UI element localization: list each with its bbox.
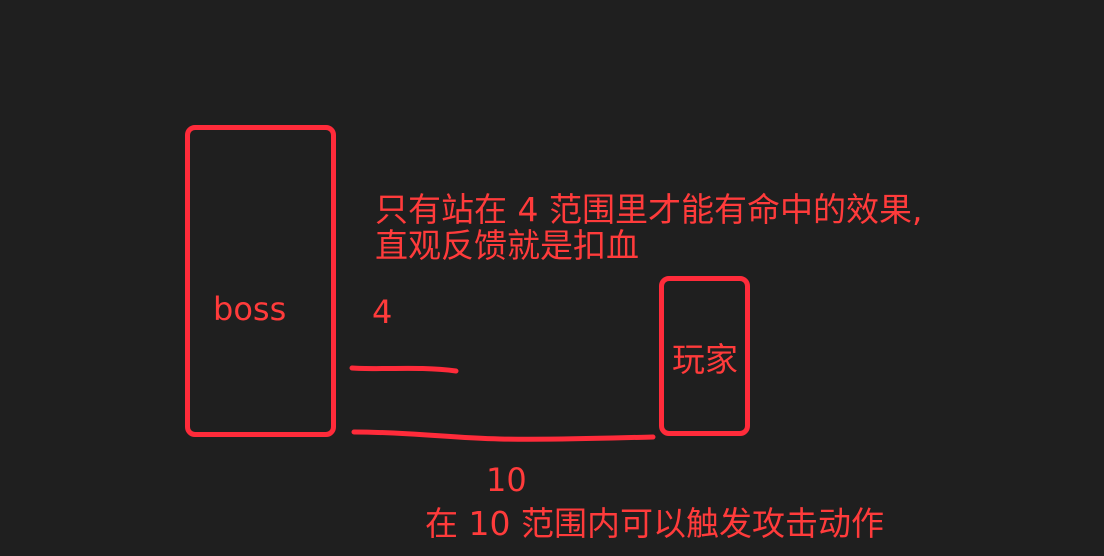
range-4-line [349, 365, 459, 374]
hit-range-note-line2: 直观反馈就是扣血 [375, 226, 639, 265]
player-label: 玩家 [672, 340, 738, 379]
boss-label: boss [213, 290, 287, 328]
attack-range-note: 在 10 范围内可以触发攻击动作 [425, 504, 884, 543]
range-10-label: 10 [486, 461, 527, 499]
range-10-line [351, 429, 656, 442]
hit-range-note-line1: 只有站在 4 范围里才能有命中的效果, [375, 190, 923, 229]
range-strokes [349, 365, 656, 442]
boss-box [185, 125, 336, 437]
range-4-label: 4 [372, 293, 393, 331]
diagram-canvas: boss 玩家 4 10 只有站在 4 范围里才能有命中的效果, 直观反馈就是扣… [0, 0, 1104, 556]
